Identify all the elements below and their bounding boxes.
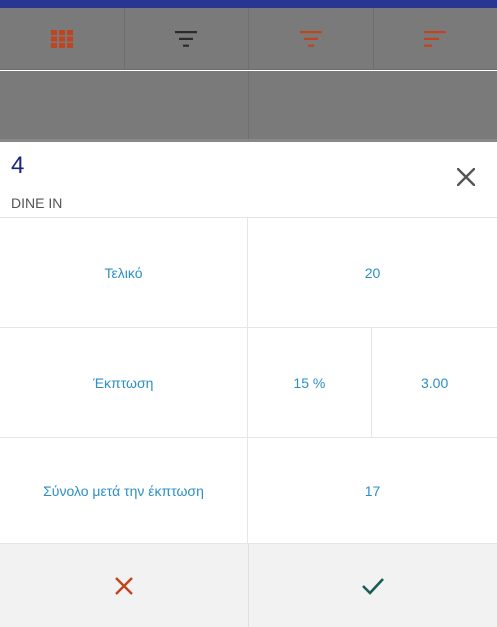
tool-filter-active[interactable] (249, 8, 374, 69)
sort-icon (424, 30, 447, 47)
discount-row: Έκπτωση 15 % 3.00 (0, 328, 497, 438)
order-number: 4 (11, 152, 25, 179)
dialog-header: 4 DINE IN (0, 142, 497, 218)
confirm-button[interactable] (249, 544, 497, 627)
close-button[interactable] (453, 164, 479, 190)
check-icon (362, 577, 384, 595)
discount-label: Έκπτωση (0, 328, 248, 437)
after-discount-value[interactable]: 17 (248, 438, 497, 543)
top-bar (0, 0, 497, 8)
close-icon (457, 168, 475, 186)
tool-sort[interactable] (374, 8, 497, 69)
discount-amount[interactable]: 3.00 (372, 328, 497, 437)
app-root: 4 DINE IN Τελικό 20 Έκπτωση 15 % 3.00 Σύ… (0, 0, 497, 627)
discount-percent[interactable]: 15 % (248, 328, 373, 437)
cancel-button[interactable] (0, 544, 249, 627)
dialog-actions (0, 544, 497, 627)
tool-grid-view[interactable] (0, 8, 125, 69)
filter-icon (175, 30, 198, 47)
after-discount-label: Σύνολο μετά την έκπτωση (0, 438, 248, 543)
total-row: Τελικό 20 (0, 218, 497, 328)
background-cell (0, 71, 249, 139)
grid-icon (50, 29, 73, 48)
cancel-icon (115, 576, 133, 595)
toolbar (0, 8, 497, 70)
filter-icon (299, 30, 322, 47)
total-label: Τελικό (0, 218, 248, 327)
background-grid (0, 71, 497, 142)
order-type: DINE IN (11, 195, 63, 211)
total-value[interactable]: 20 (248, 218, 497, 327)
discount-dialog: 4 DINE IN Τελικό 20 Έκπτωση 15 % 3.00 Σύ… (0, 142, 497, 627)
tool-filter[interactable] (125, 8, 249, 69)
background-cell (249, 71, 497, 139)
after-discount-row: Σύνολο μετά την έκπτωση 17 (0, 438, 497, 544)
